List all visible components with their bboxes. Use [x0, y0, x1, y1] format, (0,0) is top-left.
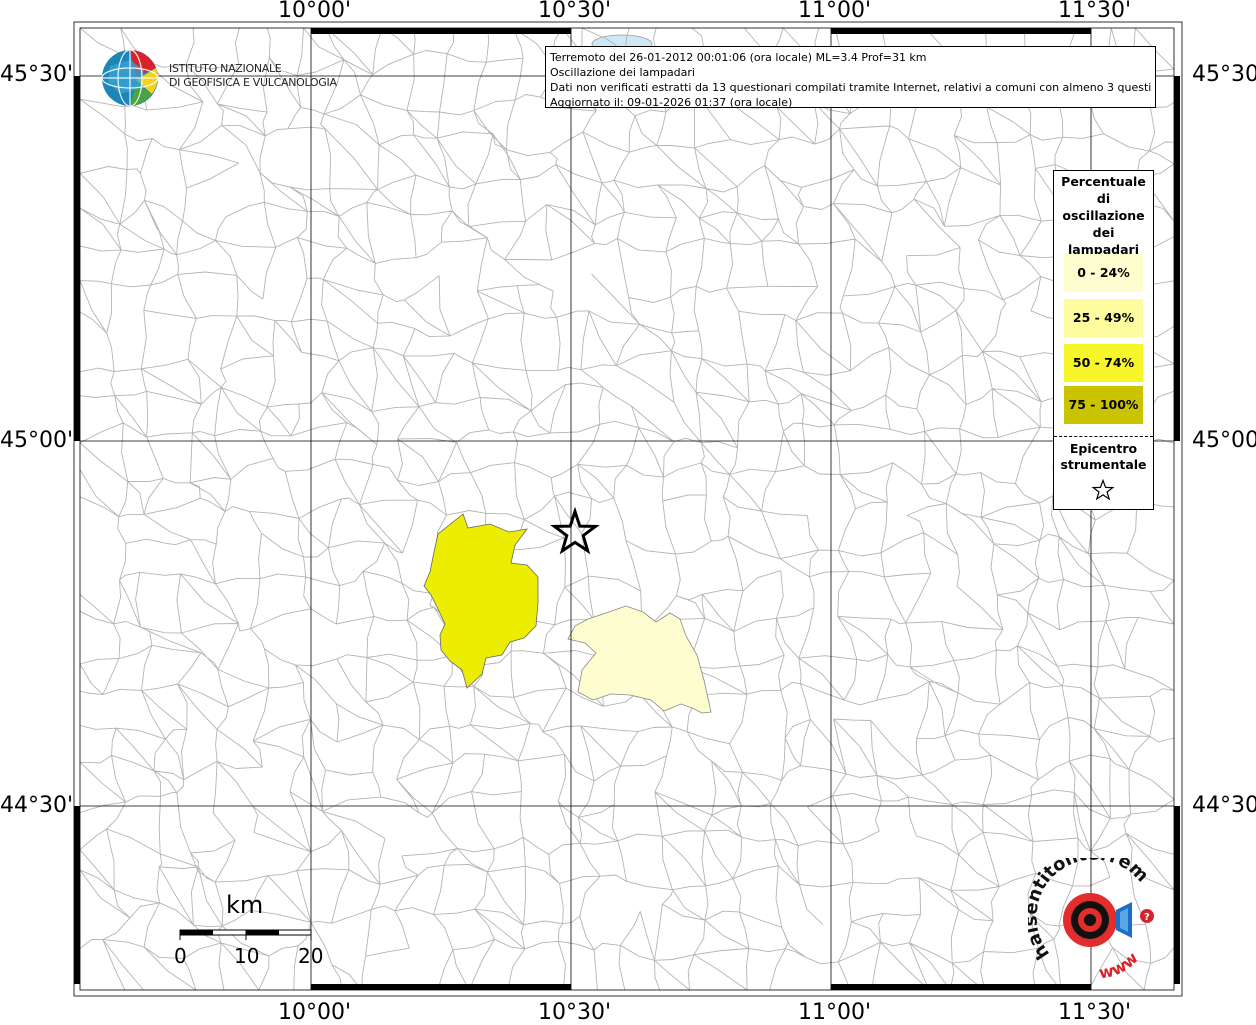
legend-epi-line: Epicentro — [1069, 441, 1138, 456]
legend-title-line: di — [1096, 191, 1111, 206]
scale-bar-label: 20 — [298, 944, 324, 968]
legend-class-0-24: 0 - 24% — [1064, 254, 1143, 292]
legend-epicentre-label: Epicentro strumentale — [1054, 441, 1153, 473]
legend-class-50-74: 50 - 74% — [1064, 344, 1143, 382]
ingv-globe-icon — [101, 49, 159, 107]
svg-text:www: www — [1097, 948, 1141, 982]
update-time: Aggiornato il: 09-01-2026 01:37 (ora loc… — [550, 96, 793, 109]
legend-title-line: dei — [1092, 225, 1115, 240]
boundary-lines — [79, 27, 1175, 991]
data-disclaimer: Dati non verificati estratti da 13 quest… — [550, 81, 1151, 94]
map-subject: Oscillazione dei lampadari — [550, 66, 695, 79]
scale-bar-title: km — [226, 891, 264, 919]
municipality-50-74 — [423, 513, 539, 689]
scale-bar — [179, 929, 312, 940]
scale-bar-label: 10 — [234, 944, 260, 968]
municipal-boundaries — [79, 27, 1175, 991]
bottom-tick-label: 10°00' — [278, 1000, 352, 1025]
graticule — [80, 28, 1174, 990]
legend-title-line: Percentuale — [1061, 174, 1146, 189]
epicentre-star — [550, 506, 600, 555]
right-tick-label: 44°30' — [1192, 793, 1256, 818]
bottom-tick-label: 11°00' — [798, 1000, 872, 1025]
legend-title-line: oscillazione — [1062, 208, 1145, 223]
top-tick-label: 11°30' — [1058, 0, 1132, 23]
ingv-logo-text: ISTITUTO NAZIONALE DI GEOFISICA E VULCAN… — [169, 62, 337, 90]
left-tick-label: 44°30' — [0, 793, 74, 818]
legend-separator — [1054, 436, 1153, 437]
right-tick-label: 45°30' — [1192, 62, 1256, 87]
hst-www-text: www — [1097, 948, 1141, 982]
event-title: Terremoto del 26-01-2012 00:01:06 (ora l… — [550, 51, 927, 64]
haisentito-logo-icon: haisentitoilterremoto.it www ? — [1028, 858, 1154, 982]
legend-class-75-100: 75 - 100% — [1064, 386, 1143, 424]
legend-title: Percentuale di oscillazione dei lampadar… — [1054, 173, 1153, 258]
legend-epi-line: strumentale — [1060, 457, 1147, 472]
svg-text:?: ? — [1144, 912, 1150, 923]
event-info-box: Terremoto del 26-01-2012 00:01:06 (ora l… — [545, 46, 1156, 109]
left-tick-label: 45°00' — [0, 428, 74, 453]
bottom-tick-label: 11°30' — [1058, 1000, 1132, 1025]
scale-bar-label: 0 — [174, 944, 187, 968]
top-tick-label: 10°30' — [538, 0, 612, 23]
ingv-line1: ISTITUTO NAZIONALE — [169, 62, 282, 75]
legend-class-25-49: 25 - 49% — [1064, 299, 1143, 337]
left-tick-label: 45°30' — [0, 62, 74, 87]
legend: Percentuale di oscillazione dei lampadar… — [1053, 170, 1154, 510]
right-tick-label: 45°00' — [1192, 428, 1256, 453]
star-icon — [1091, 479, 1115, 501]
bottom-tick-label: 10°30' — [538, 1000, 612, 1025]
top-tick-label: 11°00' — [798, 0, 872, 23]
municipality-0-24 — [567, 605, 712, 714]
ingv-line2: DI GEOFISICA E VULCANOLOGIA — [169, 76, 337, 89]
top-tick-label: 10°00' — [278, 0, 352, 23]
